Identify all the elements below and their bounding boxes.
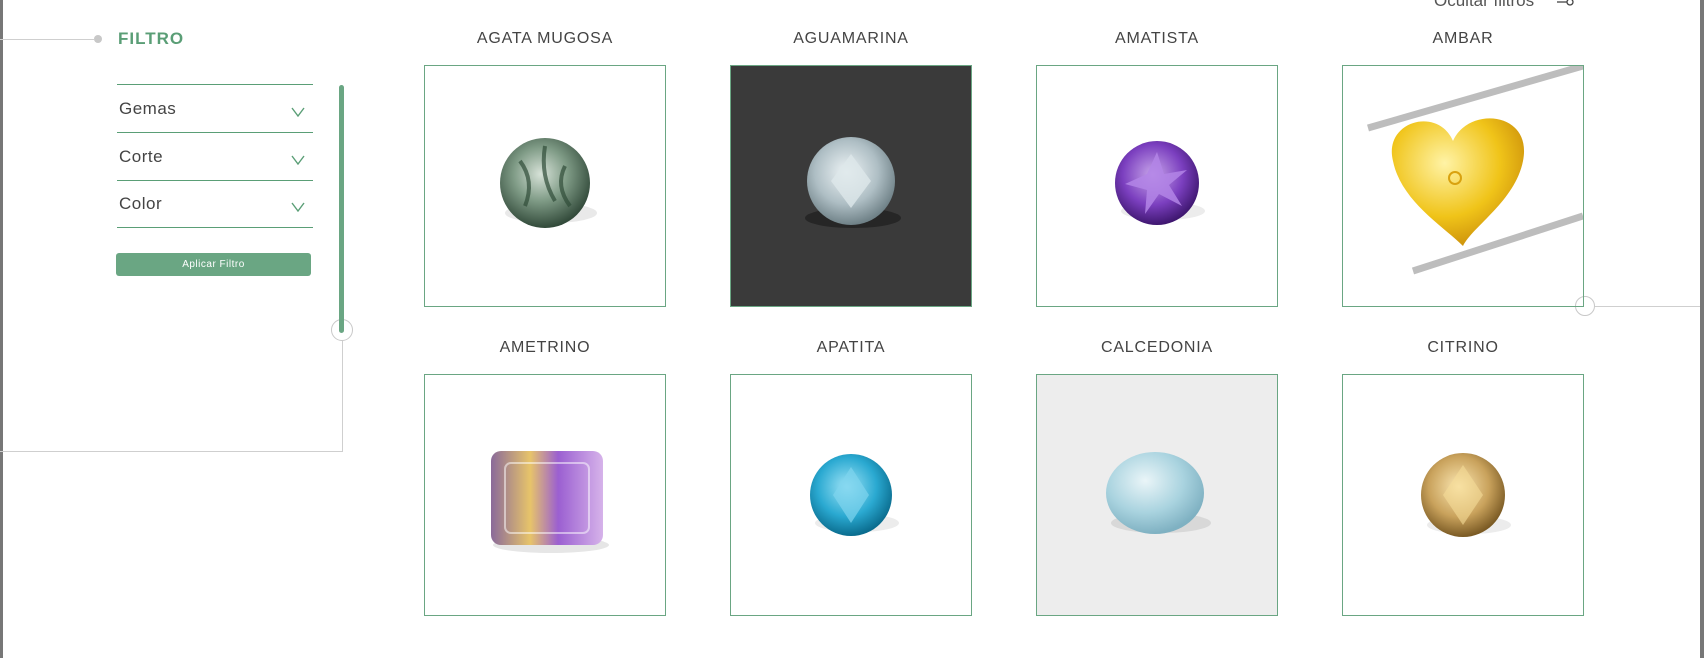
filter-gemas-dropdown[interactable]: Gemas	[117, 84, 313, 132]
apply-filter-button[interactable]: Aplicar Filtro	[116, 253, 311, 276]
filter-title: FILTRO	[118, 29, 185, 48]
filter-gemas-label: Gemas	[119, 98, 177, 118]
filter-connector-dot	[94, 35, 102, 43]
filter-panel: Gemas Corte Color	[117, 84, 313, 228]
window-left-edge	[0, 0, 3, 658]
product-name: AMBAR	[1432, 30, 1494, 47]
product-name: AMETRINO	[499, 339, 591, 356]
product-image-frame[interactable]	[424, 374, 666, 616]
filter-corte-label: Corte	[119, 146, 164, 166]
product-image-frame[interactable]	[1036, 65, 1278, 307]
moss-agate-gem-image	[500, 138, 597, 228]
product-name: AGATA MUGOSA	[476, 30, 614, 47]
product-name: AMATISTA	[1114, 30, 1200, 47]
amber-gem-image	[1367, 66, 1583, 275]
filter-color-dropdown[interactable]: Color	[117, 180, 313, 228]
hide-filters-label: Ocultar filtros	[1434, 0, 1535, 10]
product-image-frame[interactable]	[1342, 65, 1584, 307]
filter-color-label: Color	[119, 194, 163, 213]
filter-scrollbar[interactable]	[339, 85, 344, 333]
product-image-frame[interactable]	[424, 65, 666, 307]
ametrine-gem-image	[491, 451, 609, 553]
scroll-connector-line-horizontal	[0, 451, 343, 452]
filter-toggle-icon	[1556, 0, 1574, 8]
product-image-frame[interactable]	[1342, 374, 1584, 616]
grid-connector-line	[1595, 306, 1700, 307]
chevron-down-icon	[291, 199, 305, 213]
product-image-frame[interactable]	[730, 65, 972, 307]
product-name: AGUAMARINA	[793, 30, 909, 47]
window-right-edge	[1700, 0, 1704, 658]
citrine-gem-image	[1421, 453, 1511, 537]
scroll-connector-line-vertical	[342, 341, 343, 452]
product-name: CALCEDONIA	[1100, 339, 1214, 356]
filter-corte-dropdown[interactable]: Corte	[117, 132, 313, 180]
filter-connector-line	[0, 39, 94, 40]
product-name: CITRINO	[1427, 339, 1499, 356]
product-name: APATITA	[816, 339, 886, 356]
aquamarine-gem-image	[731, 66, 971, 306]
chevron-down-icon	[291, 152, 305, 165]
product-image-frame[interactable]	[1036, 374, 1278, 616]
apatite-gem-image	[810, 454, 899, 536]
product-image-frame[interactable]	[730, 374, 972, 616]
hide-filters-toggle[interactable]: Ocultar filtros	[1434, 0, 1574, 11]
chevron-down-icon	[291, 104, 305, 117]
amethyst-gem-image	[1115, 141, 1205, 225]
chalcedony-gem-image	[1037, 375, 1277, 615]
